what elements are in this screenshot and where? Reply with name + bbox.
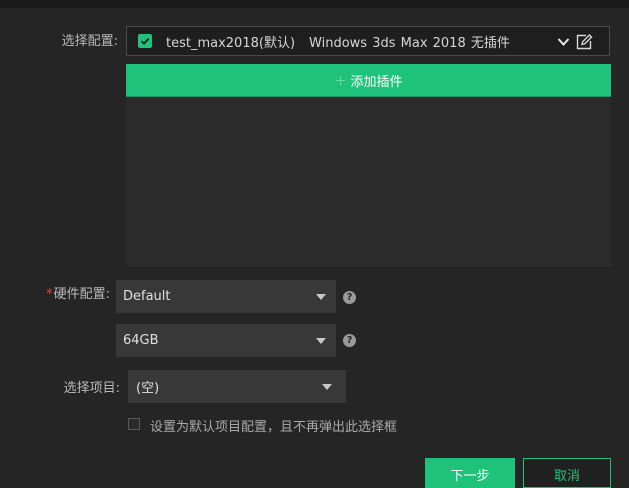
caret-down-icon: [316, 337, 326, 344]
config-checkbox[interactable]: [138, 34, 152, 48]
memory-value: 64GB: [123, 333, 159, 348]
chevron-down-icon[interactable]: [557, 37, 570, 47]
config-summary: test_max2018(默认) Windows 3ds Max 2018 无插件: [166, 32, 510, 51]
top-bar: [0, 0, 629, 8]
project-label: 选择项目:: [63, 381, 120, 396]
caret-down-icon: [322, 383, 332, 390]
hardware-label-text: 硬件配置:: [53, 287, 110, 302]
help-icon[interactable]: ?: [343, 291, 356, 304]
next-button[interactable]: 下一步: [425, 458, 515, 488]
memory-dropdown[interactable]: 64GB: [116, 324, 336, 357]
hardware-type-value: Default: [123, 289, 171, 304]
plugin-list-area: [126, 97, 611, 267]
hardware-label: *硬件配置:: [44, 283, 110, 302]
cancel-button[interactable]: 取消: [523, 458, 611, 488]
config-plugins: 无插件: [470, 35, 510, 51]
config-name: test_max2018(默认): [166, 35, 296, 51]
default-config-label: 设置为默认项目配置，且不再弹出此选择框: [150, 420, 398, 435]
caret-down-icon: [316, 293, 326, 300]
check-icon: [140, 37, 150, 45]
help-icon[interactable]: ?: [343, 334, 356, 347]
hardware-type-dropdown[interactable]: Default: [116, 280, 336, 313]
config-os: Windows: [309, 35, 368, 51]
config-label: 选择配置:: [61, 34, 118, 49]
add-plugin-label: 添加插件: [350, 74, 403, 90]
edit-icon[interactable]: [576, 33, 593, 50]
project-dropdown[interactable]: (空): [128, 370, 346, 403]
add-plugin-button[interactable]: ＋ 添加插件: [126, 64, 611, 97]
default-config-checkbox[interactable]: [128, 418, 140, 430]
required-mark: *: [46, 287, 53, 302]
config-software: 3ds Max 2018: [372, 35, 466, 51]
plus-icon: ＋: [334, 73, 347, 88]
project-value: (空): [136, 381, 160, 396]
config-select[interactable]: test_max2018(默认) Windows 3ds Max 2018 无插件: [126, 26, 610, 56]
